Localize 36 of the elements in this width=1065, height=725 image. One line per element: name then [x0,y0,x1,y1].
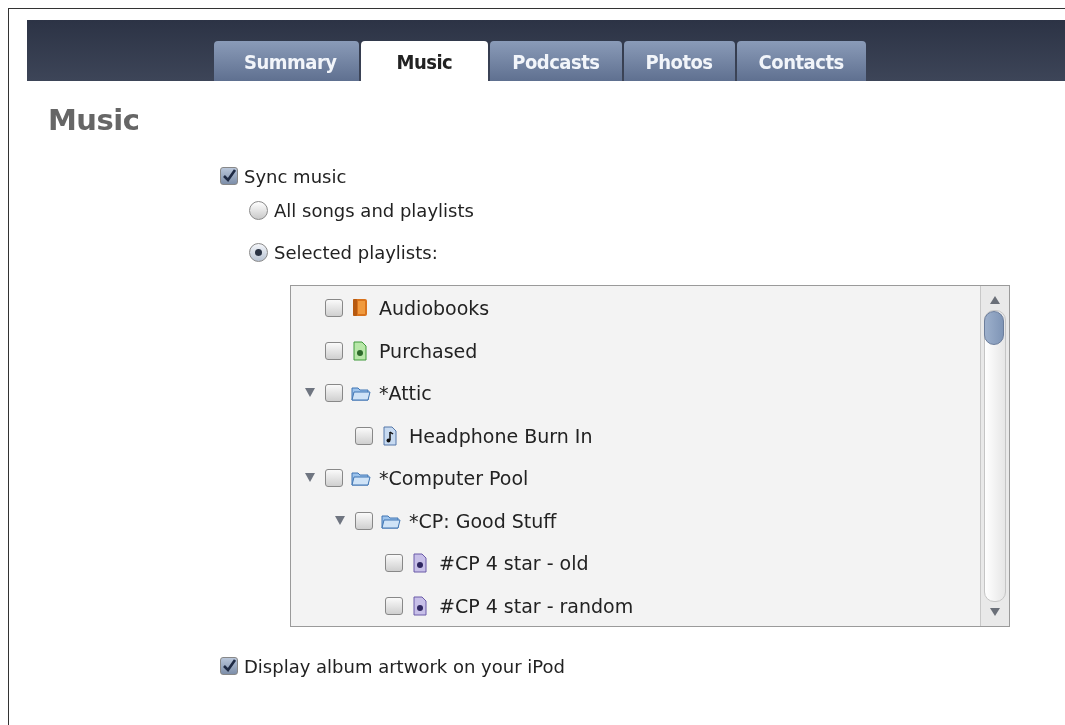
playlist-name[interactable]: *Attic [379,382,432,405]
checkbox-label: Display album artwork on your iPod [244,655,565,677]
checkbox[interactable] [385,554,403,573]
tab[interactable]: Contacts [736,41,866,81]
checkbox[interactable] [355,511,373,530]
playlist-name[interactable]: *CP: Good Stuff [409,509,557,532]
scroll-thumb[interactable] [984,311,1004,345]
radio-button[interactable] [249,242,268,262]
disclosure-triangle-icon[interactable] [335,515,345,526]
scroll-down-icon[interactable] [990,608,1000,616]
checkbox-label: Sync music [244,165,347,187]
checkbox[interactable] [325,469,343,488]
scroll-up-icon[interactable] [990,296,1000,304]
playlist-name[interactable]: Purchased [379,339,478,362]
checkbox[interactable] [355,426,373,445]
radio-label: Selected playlists: [274,241,438,263]
checkbox[interactable] [220,167,238,185]
playlist-name[interactable]: #CP 4 star - random [439,594,634,617]
radio-button[interactable] [249,200,268,220]
disclosure-triangle-icon[interactable] [305,473,315,484]
checkbox[interactable] [325,341,343,360]
playlist-name[interactable]: Audiobooks [379,297,490,320]
playlist-name[interactable]: *Computer Pool [379,467,529,490]
playlist-name[interactable]: Headphone Burn In [409,424,593,447]
disclosure-triangle-icon[interactable] [305,388,315,399]
checkbox[interactable] [325,384,343,403]
radio-label: All songs and playlists [274,199,474,221]
checkbox[interactable] [325,299,343,318]
tab[interactable]: Music [360,41,489,81]
checkbox[interactable] [385,596,403,615]
tab[interactable]: Summary [214,41,359,81]
checkbox[interactable] [220,657,238,675]
scroll-track[interactable] [984,310,1006,602]
playlist-name[interactable]: #CP 4 star - old [439,552,589,575]
scrollbar[interactable] [980,286,1009,626]
page-title: Music [48,103,141,137]
